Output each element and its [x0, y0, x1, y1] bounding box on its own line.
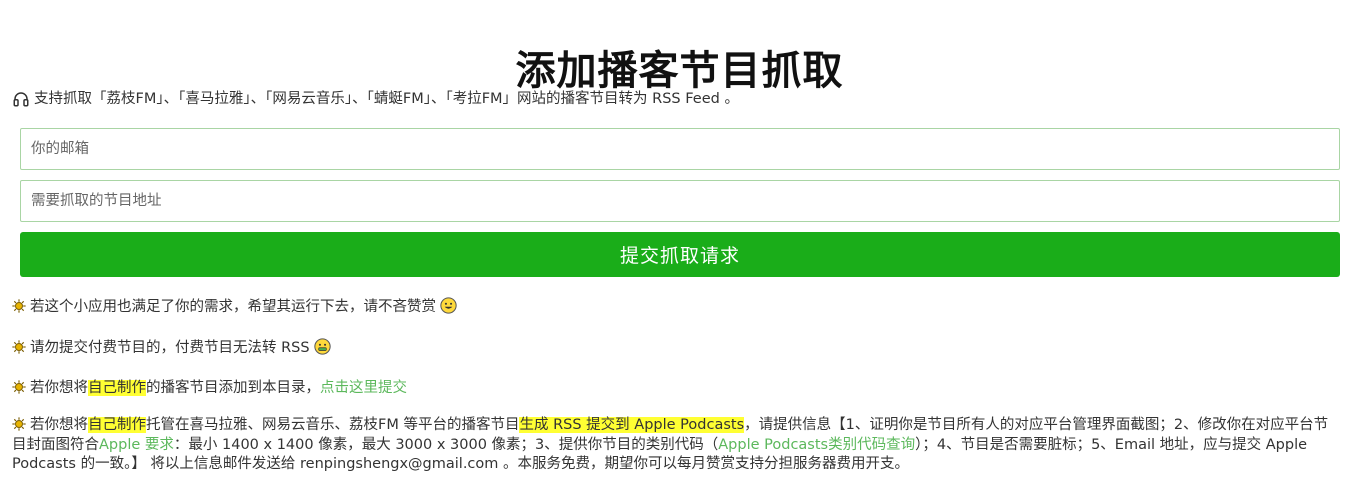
note-own-podcast: 若你想将自己制作的播客节目添加到本目录，点击这里提交 [12, 377, 407, 399]
apple-requirements-link[interactable]: Apple 要求 [99, 437, 174, 453]
note-donate: 若这个小应用也满足了你的需求，希望其运行下去，请不吝赞赏 [12, 296, 457, 318]
category-code-lookup-link[interactable]: Apple Podcasts类别代码查询 [718, 437, 915, 453]
note-apple-mid1: 托管在喜马拉雅、网易云音乐、荔枝FM 等平台的播客节目 [146, 417, 520, 433]
note-own-mid: 的播客节目添加到本目录， [146, 380, 320, 396]
grinning-face-icon [440, 297, 457, 314]
note-no-paid-text: 请勿提交付费节目的，付费节目无法转 RSS [30, 340, 310, 356]
money-mouth-face-icon [313, 338, 331, 355]
intro-text: 支持抓取「荔枝FM」、「喜马拉雅」、「网易云音乐」、「蜻蜓FM」、「考拉FM」网… [12, 88, 739, 110]
note-apple-podcasts: 若你想将自己制作托管在喜马拉雅、网易云音乐、荔枝FM 等平台的播客节目生成 RS… [12, 416, 1342, 475]
note-apple-mid3: ：最小 1400 x 1400 像素，最大 3000 x 3000 像素；3、提… [173, 436, 719, 453]
highlight-apple-podcasts: 生成 RSS 提交到 Apple Podcasts [519, 417, 745, 433]
email-field[interactable] [20, 128, 1340, 170]
note-donate-text: 若这个小应用也满足了你的需求，希望其运行下去，请不吝赞赏 [30, 299, 436, 315]
highlight-self-made: 自己制作 [88, 380, 146, 396]
note-no-paid: 请勿提交付费节目的，付费节目无法转 RSS [12, 337, 331, 359]
intro-label: 支持抓取「荔枝FM」、「喜马拉雅」、「网易云音乐」、「蜻蜓FM」、「考拉FM」网… [34, 91, 739, 107]
note-apple-pre: 若你想将 [30, 417, 88, 433]
podcast-url-field[interactable] [20, 180, 1340, 222]
submit-crawl-button[interactable]: 提交抓取请求 [20, 232, 1340, 277]
submit-here-link[interactable]: 点击这里提交 [320, 380, 407, 396]
headphones-icon [13, 92, 29, 107]
highlight-self-made: 自己制作 [88, 417, 146, 433]
sun-icon [12, 340, 26, 354]
sun-icon [12, 380, 26, 394]
sun-icon [12, 417, 26, 431]
note-own-pre: 若你想将 [30, 380, 88, 396]
sun-icon [12, 299, 26, 313]
